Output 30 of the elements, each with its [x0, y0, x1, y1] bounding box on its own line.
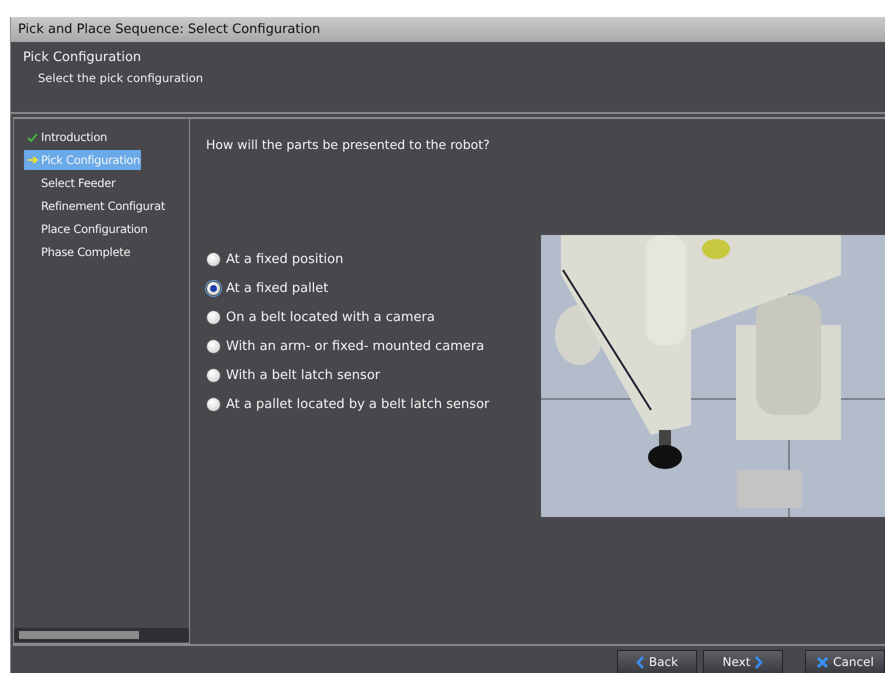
radio-option[interactable]: With an arm- or fixed- mounted camera — [206, 336, 490, 357]
step-item[interactable]: Select Feeder — [24, 173, 116, 193]
radio-option[interactable]: At a fixed position — [206, 249, 490, 270]
step-item[interactable]: Introduction — [24, 127, 108, 147]
arrow-right-icon — [28, 156, 38, 164]
back-button[interactable]: Back — [617, 650, 697, 673]
page-subtitle: Select the pick configuration — [37, 71, 204, 85]
radio-option[interactable]: At a fixed pallet — [206, 278, 490, 299]
horizontal-scrollbar[interactable] — [14, 628, 189, 642]
close-icon — [816, 656, 830, 668]
radio-button[interactable] — [206, 281, 221, 296]
chevron-right-icon — [754, 656, 764, 668]
step-item[interactable]: Refinement Configurat — [24, 196, 166, 216]
page-title: Pick Configuration — [23, 50, 142, 65]
window-title: Pick and Place Sequence: Select Configuration — [18, 22, 320, 37]
cancel-button[interactable]: Cancel — [805, 650, 885, 673]
step-item[interactable]: Phase Complete — [24, 242, 132, 262]
radio-button[interactable] — [206, 397, 221, 412]
radio-button[interactable] — [206, 368, 221, 383]
radio-button[interactable] — [206, 252, 221, 267]
question-text: How will the parts be presented to the robot? — [206, 137, 491, 152]
radio-option[interactable]: On a belt located with a camera — [206, 307, 490, 328]
radio-option[interactable]: At a pallet located by a belt latch sensor — [206, 394, 490, 415]
check-icon — [27, 132, 38, 142]
chevron-left-icon — [636, 656, 645, 668]
step-item[interactable]: Place Configuration — [24, 219, 149, 239]
next-button[interactable]: Next — [703, 650, 783, 673]
radio-button[interactable] — [206, 339, 221, 354]
radio-option[interactable]: With a belt latch sensor — [206, 365, 490, 386]
radio-button[interactable] — [206, 310, 221, 325]
